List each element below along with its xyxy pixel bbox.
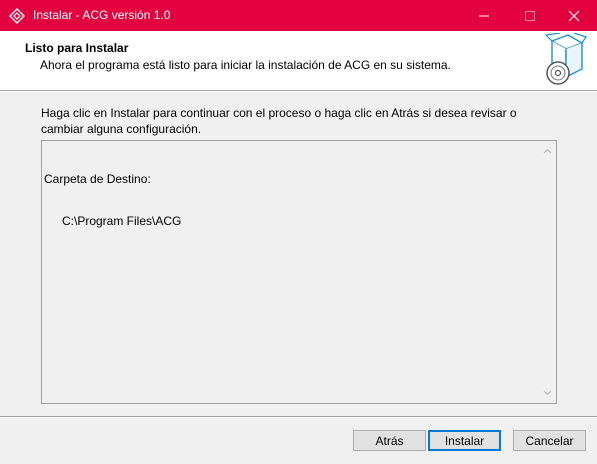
vertical-scrollbar[interactable] [539,141,556,403]
back-button[interactable]: Atrás [353,430,426,451]
close-icon [568,10,580,22]
install-box-disc-icon [538,32,588,87]
scroll-down-icon[interactable] [543,390,552,396]
app-icon [9,8,25,24]
instructions-text: Haga clic en Instalar para continuar con… [41,106,517,136]
minimize-icon [479,15,489,17]
cancel-button[interactable]: Cancelar [513,430,586,451]
destination-label: Carpeta de Destino: [44,172,151,186]
maximize-button[interactable] [507,0,553,31]
header-divider [0,90,597,92]
wizard-header: Listo para Instalar Ahora el programa es… [0,31,597,90]
window-title: Instalar - ACG versión 1.0 [33,8,171,22]
scroll-up-icon[interactable] [543,148,552,154]
close-button[interactable] [551,0,597,31]
footer-divider [0,416,597,418]
page-title: Listo para Instalar [25,41,129,55]
destination-path: C:\Program Files\ACG [62,214,182,228]
title-bar[interactable]: Instalar - ACG versión 1.0 [0,0,597,31]
minimize-button[interactable] [461,0,507,31]
maximize-icon [525,11,535,21]
install-button[interactable]: Instalar [428,430,501,451]
page-subtitle: Ahora el programa está listo para inicia… [40,58,451,72]
ready-memo[interactable]: Carpeta de Destino: C:\Program Files\ACG [41,140,557,404]
